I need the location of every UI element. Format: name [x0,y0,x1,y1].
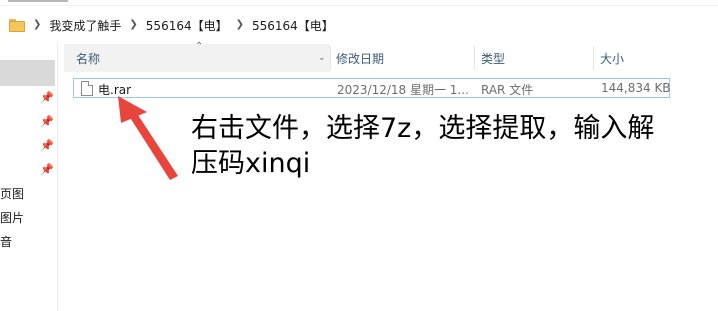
arrow-shaft [129,112,178,180]
annotation-line-2: 压码xinqi [191,148,311,179]
instruction-annotation: 右击文件，选择7z，选择提取，输入解 压码xinqi [191,111,691,181]
annotation-line-1: 右击文件，选择7z，选择提取，输入解 [191,113,655,144]
